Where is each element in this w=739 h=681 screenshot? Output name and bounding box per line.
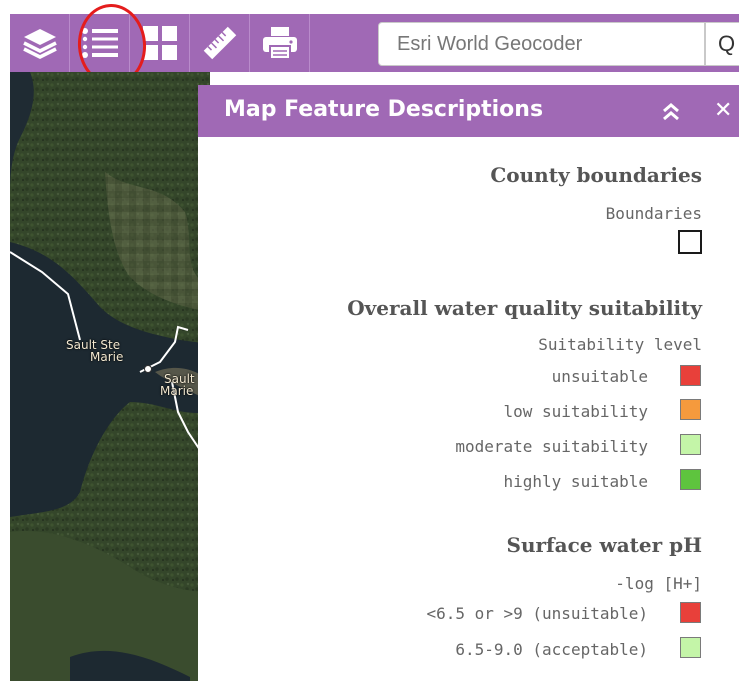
map-label-sault-ste-marie-on: Sault Ste Marie [66, 338, 124, 364]
boundary-swatch [678, 230, 702, 254]
legend-panel: Map Feature Descriptions ✕ County bounda… [198, 85, 739, 681]
legend-color-swatch [680, 434, 701, 455]
search-icon: Q [718, 31, 736, 56]
layers-icon [21, 24, 59, 62]
legend-item-label: 6.5-9.0 (acceptable) [455, 640, 648, 659]
legend-section-subtitle: Boundaries [605, 204, 702, 223]
print-button[interactable] [250, 14, 310, 72]
legend-item-label: moderate suitability [455, 437, 648, 456]
legend-item-label: highly suitable [503, 472, 649, 491]
legend-color-swatch [680, 365, 701, 386]
legend-section-title: County boundaries [490, 163, 702, 187]
legend-item-label: <6.5 or >9 (unsuitable) [426, 604, 648, 623]
legend-section-title: Overall water quality suitability [347, 296, 702, 320]
list-icon [80, 24, 120, 62]
legend-color-swatch [680, 602, 701, 623]
satellite-map[interactable]: Sault Ste Marie Sault Marie [10, 72, 210, 681]
legend-panel-header: Map Feature Descriptions ✕ [198, 85, 739, 137]
legend-button[interactable] [70, 14, 130, 72]
basemap-gallery-button[interactable] [130, 14, 190, 72]
printer-icon [261, 24, 299, 62]
collapse-up-icon[interactable] [659, 100, 683, 124]
close-icon[interactable]: ✕ [714, 99, 732, 123]
legend-section-title: Surface water pH [506, 533, 702, 557]
legend-color-swatch [680, 637, 701, 658]
legend-section-subtitle: -log [H+] [615, 574, 702, 593]
legend-color-swatch [680, 399, 701, 420]
legend-section-subtitle: Suitability level [538, 335, 702, 354]
legend-color-swatch [680, 469, 701, 490]
geocoder-search-input[interactable]: Esri World Geocoder [378, 22, 705, 66]
search-button[interactable]: Q [705, 22, 739, 66]
legend-item-label: unsuitable [551, 367, 648, 386]
map-label-sault-ste-marie-mi: Sault Marie [160, 372, 195, 398]
ruler-icon [201, 24, 239, 62]
measure-button[interactable] [190, 14, 250, 72]
app-frame: Esri World Geocoder Q Sault Ste Marie Sa… [0, 0, 739, 681]
panel-title: Map Feature Descriptions [224, 97, 544, 122]
grid-icon [141, 24, 179, 62]
layers-button[interactable] [10, 14, 70, 72]
legend-item-label: low suitability [503, 402, 649, 421]
